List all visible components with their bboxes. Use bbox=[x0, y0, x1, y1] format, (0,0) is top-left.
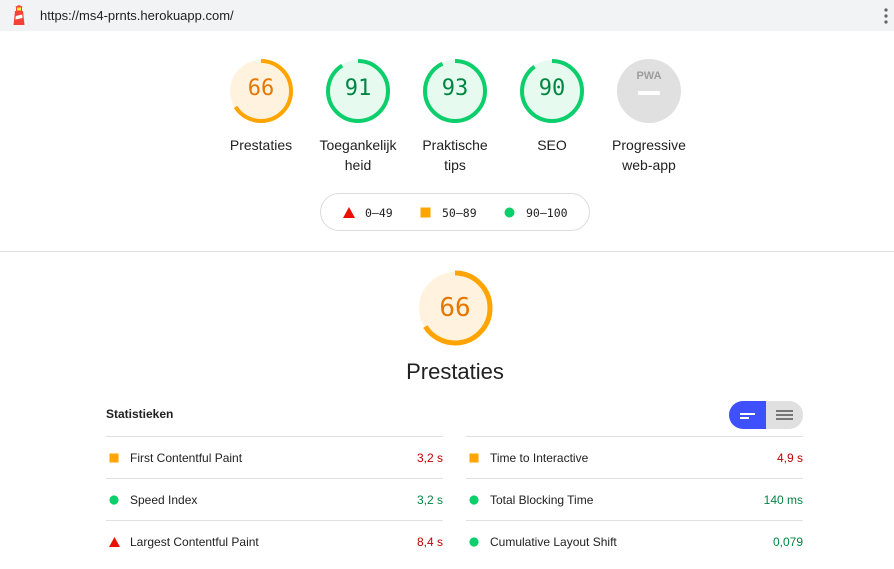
gauge-score: 90 bbox=[538, 76, 566, 101]
gauge-5[interactable]: PWA Progressive web-app bbox=[601, 58, 697, 175]
gauge-score: 66 bbox=[247, 76, 275, 101]
pass-circle-icon bbox=[504, 207, 515, 218]
metrics-heading: Statistieken bbox=[106, 407, 174, 421]
gauge-label: Toegankelijk heid bbox=[310, 135, 406, 175]
gauge-label-line1: Praktische bbox=[422, 137, 488, 153]
metric-name: Cumulative Layout Shift bbox=[490, 535, 617, 549]
performance-gauge-large: 66 bbox=[415, 268, 495, 348]
gauge-label-line2: heid bbox=[344, 157, 372, 173]
metric-value: 0,079 bbox=[772, 535, 803, 549]
pass-circle-icon bbox=[109, 495, 119, 505]
lighthouse-icon bbox=[13, 5, 25, 25]
metric-row: Total Blocking Time 140 ms bbox=[466, 478, 803, 520]
metric-value: 4,9 s bbox=[776, 451, 803, 465]
gauge-2[interactable]: 91 Toegankelijk heid bbox=[310, 58, 406, 175]
average-square-icon bbox=[109, 453, 119, 463]
url-text[interactable]: https://ms4-prnts.herokuapp.com/ bbox=[40, 8, 234, 23]
compact-view-icon bbox=[740, 413, 755, 419]
metric-value: 3,2 s bbox=[416, 451, 443, 465]
expanded-view-icon bbox=[776, 410, 793, 420]
gauge-label-line1: Progressive bbox=[612, 137, 686, 153]
gauge-label-line2: tips bbox=[444, 157, 466, 173]
metric-name: Total Blocking Time bbox=[490, 493, 594, 507]
compact-view-button[interactable] bbox=[729, 401, 766, 429]
metric-row: Time to Interactive 4,9 s bbox=[466, 436, 803, 478]
gauge-label-line1: SEO bbox=[537, 137, 567, 153]
legend-pass-range: 90–100 bbox=[526, 206, 568, 220]
browser-bar: https://ms4-prnts.herokuapp.com/ bbox=[0, 0, 894, 31]
gauge-score: 91 bbox=[344, 76, 372, 101]
metrics-column-left: First Contentful Paint 3,2 s Speed Index 3,… bbox=[106, 436, 443, 562]
fail-triangle-icon bbox=[343, 207, 355, 218]
section-divider bbox=[0, 251, 894, 252]
metric-name: Speed Index bbox=[130, 493, 198, 507]
gauge-label-line2: web-app bbox=[622, 157, 676, 173]
metric-value: 140 ms bbox=[763, 493, 803, 507]
pass-circle-icon bbox=[469, 537, 479, 547]
performance-score-large: 66 bbox=[439, 293, 471, 323]
metrics-view-toggle[interactable] bbox=[729, 401, 803, 429]
average-square-icon bbox=[420, 207, 431, 218]
metric-value: 3,2 s bbox=[416, 493, 443, 507]
metric-row: First Contentful Paint 3,2 s bbox=[106, 436, 443, 478]
metric-name: Largest Contentful Paint bbox=[130, 535, 259, 549]
gauge-label-line1: Prestaties bbox=[229, 137, 293, 153]
gauge-label: SEO bbox=[504, 135, 600, 155]
metric-value: 8,4 s bbox=[416, 535, 443, 549]
metric-name: Time to Interactive bbox=[490, 451, 589, 465]
average-square-icon bbox=[469, 453, 479, 463]
metrics-column-right: Time to Interactive 4,9 s Total Blocking T… bbox=[466, 436, 803, 562]
gauge-4[interactable]: 90 SEO bbox=[504, 58, 600, 155]
metric-row: Largest Contentful Paint 8,4 s bbox=[106, 520, 443, 562]
metric-row: Cumulative Layout Shift 0,079 bbox=[466, 520, 803, 562]
gauge-1[interactable]: 66 Prestaties bbox=[213, 58, 309, 155]
pass-circle-icon bbox=[469, 495, 479, 505]
kebab-menu-icon[interactable] bbox=[883, 6, 889, 26]
score-scale-legend: 0–49 50–89 90–100 bbox=[320, 193, 590, 231]
legend-average-range: 50–89 bbox=[442, 206, 477, 220]
expanded-view-button[interactable] bbox=[766, 401, 803, 429]
category-title: Prestaties bbox=[406, 359, 504, 384]
gauge-score: 93 bbox=[441, 76, 469, 101]
gauge-label-line1: Toegankelijk bbox=[319, 137, 397, 153]
gauge-3[interactable]: 93 Praktische tips bbox=[407, 58, 503, 175]
fail-triangle-icon bbox=[109, 537, 120, 547]
legend-fail-range: 0–49 bbox=[365, 206, 393, 220]
gauge-label: Praktische tips bbox=[407, 135, 503, 175]
metric-row: Speed Index 3,2 s bbox=[106, 478, 443, 520]
metric-name: First Contentful Paint bbox=[130, 451, 243, 465]
gauge-score: PWA bbox=[636, 70, 662, 82]
gauge-label: Prestaties bbox=[213, 135, 309, 155]
gauge-label: Progressive web-app bbox=[601, 135, 697, 175]
pwa-badge-icon bbox=[617, 59, 681, 123]
